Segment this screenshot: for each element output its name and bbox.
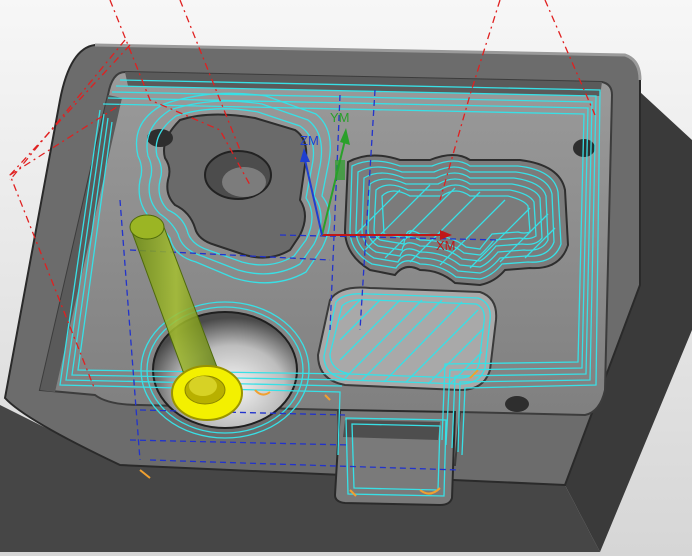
front-notch-wall xyxy=(343,420,440,440)
zm-axis-label: ZM xyxy=(300,133,319,148)
xm-axis-label: XM xyxy=(436,238,456,253)
corner-hole-left xyxy=(147,129,173,147)
tool-tip xyxy=(189,376,217,396)
ym-axis-label: YM xyxy=(330,110,350,125)
cam-scene-svg: XM YM ZM xyxy=(0,0,692,556)
oval-pocket xyxy=(316,286,498,392)
y-axis-box xyxy=(335,160,345,180)
tool-shank-top xyxy=(129,214,165,240)
boss-bore-bottom xyxy=(222,167,266,197)
cam-graphics-viewport[interactable]: XM YM ZM xyxy=(0,0,692,556)
corner-hole-bottom-right xyxy=(505,396,529,412)
